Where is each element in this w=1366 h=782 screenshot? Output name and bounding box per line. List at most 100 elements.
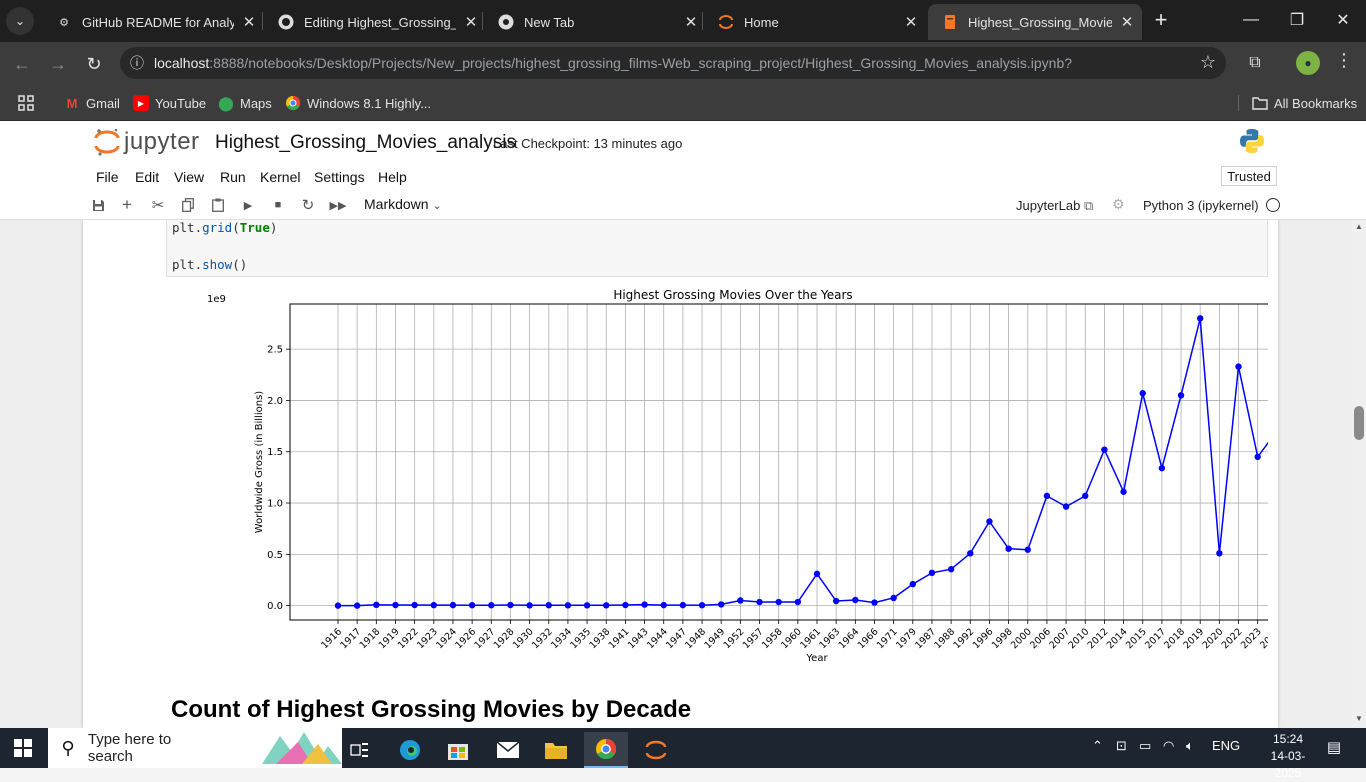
language-indicator[interactable]: ENG	[1212, 738, 1240, 753]
code-cell-input[interactable]: plt.grid(True) plt.show()	[166, 220, 1268, 277]
x-tick-label: 1958	[760, 626, 785, 651]
cut-scissors-icon[interactable]: ✂	[148, 196, 168, 214]
code-token: ()	[232, 257, 248, 272]
all-bookmarks-button[interactable]: All Bookmarks	[1252, 92, 1357, 114]
menu-view[interactable]: View	[174, 169, 204, 185]
kernel-name[interactable]: Python 3 (ipykernel)	[1143, 198, 1259, 213]
address-bar[interactable]: ⓘ localhost:8888/notebooks/Desktop/Proje…	[120, 47, 1226, 79]
tab-home[interactable]: Home ✕	[704, 4, 926, 40]
url-text[interactable]: localhost:8888/notebooks/Desktop/Project…	[154, 55, 1072, 71]
scroll-down-arrow-icon[interactable]: ▼	[1354, 714, 1364, 724]
taskbar-search[interactable]: ⚲ Type here to search	[48, 728, 342, 768]
bookmark-label: Windows 8.1 Highly...	[307, 95, 432, 111]
apps-grid-icon[interactable]	[18, 92, 34, 114]
windows-start-icon[interactable]	[14, 739, 32, 757]
x-tick-label: 1971	[875, 626, 900, 651]
tab-search-chevron-icon[interactable]: ⌄	[6, 7, 34, 35]
close-icon[interactable]: ✕	[234, 13, 264, 31]
tray-device-icon[interactable]: ⊡	[1116, 738, 1127, 754]
menu-run[interactable]: Run	[220, 169, 246, 185]
jupyterlab-link[interactable]: JupyterLab ⧉	[1016, 198, 1093, 214]
tray-chevron-up-icon[interactable]: ⌃	[1092, 738, 1103, 754]
tab-editing-highest-grossing[interactable]: Editing Highest_Grossing_films ✕	[264, 4, 486, 40]
tab-highest-grossing-analysis[interactable]: Highest_Grossing_Movies_analysis ✕	[928, 4, 1142, 40]
battery-icon[interactable]: ▭	[1139, 738, 1151, 754]
x-tick-label: 1934	[549, 626, 574, 651]
data-point-marker	[622, 601, 629, 609]
notebook-title[interactable]: Highest_Grossing_Movies_analysis	[215, 132, 516, 154]
bookmark-gmail[interactable]: M Gmail	[64, 92, 120, 114]
tab-github-readme[interactable]: ⚙ GitHub README for Analysis ✕	[42, 4, 264, 40]
data-point-marker	[353, 602, 361, 609]
tab-new-tab[interactable]: New Tab ✕	[484, 4, 706, 40]
data-point-marker	[449, 601, 457, 609]
x-tick-label: 1964	[837, 626, 862, 651]
tab-separator	[702, 12, 703, 30]
data-point-marker	[813, 570, 821, 578]
cell-type-select[interactable]: Markdown ⌄	[364, 196, 442, 212]
notebook-scroll-area[interactable]: plt.grid(True) plt.show() Highest Grossi…	[0, 220, 1352, 728]
x-tick-label: 1944	[645, 626, 670, 651]
x-tick-label: 2022	[1220, 626, 1245, 651]
add-cell-plus-icon[interactable]: +	[117, 195, 137, 214]
menu-settings[interactable]: Settings	[314, 169, 365, 185]
paste-clipboard-icon[interactable]	[208, 196, 228, 214]
profile-avatar[interactable]: ●	[1296, 51, 1320, 75]
data-point-marker	[1024, 546, 1031, 553]
scrollbar-thumb[interactable]	[1354, 406, 1364, 440]
menu-file[interactable]: File	[96, 169, 119, 185]
github-icon	[278, 14, 294, 30]
mail-icon[interactable]	[486, 732, 530, 768]
forward-arrow-icon[interactable]: →	[44, 50, 72, 78]
run-play-icon[interactable]: ▶	[238, 196, 258, 214]
scroll-up-arrow-icon[interactable]: ▲	[1354, 222, 1364, 232]
jupyter-taskbar-icon[interactable]	[634, 732, 678, 768]
file-explorer-icon[interactable]	[534, 732, 578, 768]
kebab-menu-icon[interactable]: ⋮	[1332, 50, 1356, 76]
fast-forward-icon[interactable]: ▶▶	[328, 196, 348, 214]
data-point-marker	[603, 602, 610, 609]
x-tick-label: 1918	[358, 626, 383, 651]
chrome-taskbar-icon[interactable]	[584, 732, 628, 768]
bookmark-windows[interactable]: Windows 8.1 Highly...	[285, 92, 431, 114]
site-info-icon[interactable]: ⓘ	[120, 47, 154, 79]
close-icon[interactable]: ✕	[896, 13, 926, 31]
y-tick-label: 2.5	[267, 345, 283, 356]
edge-browser-icon[interactable]	[388, 732, 432, 768]
copy-icon[interactable]	[178, 196, 198, 214]
restart-kernel-icon[interactable]: ↻	[298, 196, 318, 214]
reload-icon[interactable]: ↻	[80, 50, 108, 78]
bookmark-youtube[interactable]: ▶ YouTube	[133, 92, 206, 114]
close-icon[interactable]: ✕	[1112, 13, 1142, 31]
bookmark-star-icon[interactable]: ☆	[1200, 52, 1216, 73]
x-tick-label: 1923	[415, 626, 440, 651]
minimize-icon[interactable]: ―	[1228, 0, 1274, 40]
window-close-icon[interactable]: ✕	[1320, 0, 1366, 40]
menu-kernel[interactable]: Kernel	[260, 169, 300, 185]
wifi-icon[interactable]: ◠	[1163, 738, 1174, 754]
code-token: plt.	[172, 220, 203, 235]
kernel-settings-gear-icon[interactable]: ⚙	[1112, 196, 1125, 213]
y-tick-label: 0.0	[267, 601, 283, 612]
back-arrow-icon[interactable]: ←	[8, 50, 36, 78]
task-view-icon[interactable]	[338, 732, 382, 768]
x-tick-label: 1924	[434, 626, 459, 651]
jupyter-logo[interactable]: jupyter	[94, 127, 200, 157]
stop-square-icon[interactable]: ■	[268, 196, 288, 214]
microsoft-store-icon[interactable]	[436, 732, 480, 768]
save-icon[interactable]	[88, 196, 108, 214]
bookmark-label: Maps	[240, 95, 272, 111]
notebook-toolbar: + ✂ ▶ ■ ↻ ▶▶ Markdown ⌄ JupyterLab ⧉ ⚙ P…	[0, 191, 1366, 220]
system-clock[interactable]: 15:24 14-03-2025	[1258, 731, 1318, 782]
menu-edit[interactable]: Edit	[135, 169, 159, 185]
y-tick-label: 1.0	[267, 499, 283, 510]
volume-icon[interactable]: 🔈︎	[1186, 738, 1194, 754]
extensions-puzzle-icon[interactable]: ⧉	[1242, 50, 1268, 76]
new-tab-plus-icon[interactable]: +	[1148, 8, 1174, 34]
notification-center-icon[interactable]: ▤	[1324, 738, 1344, 758]
menu-help[interactable]: Help	[378, 169, 407, 185]
page-scrollbar[interactable]: ▲ ▼	[1352, 220, 1366, 728]
bookmark-maps[interactable]: ⬤ Maps	[218, 92, 272, 114]
restore-icon[interactable]: ❐	[1274, 0, 1320, 40]
trusted-indicator[interactable]: Trusted	[1221, 166, 1277, 186]
